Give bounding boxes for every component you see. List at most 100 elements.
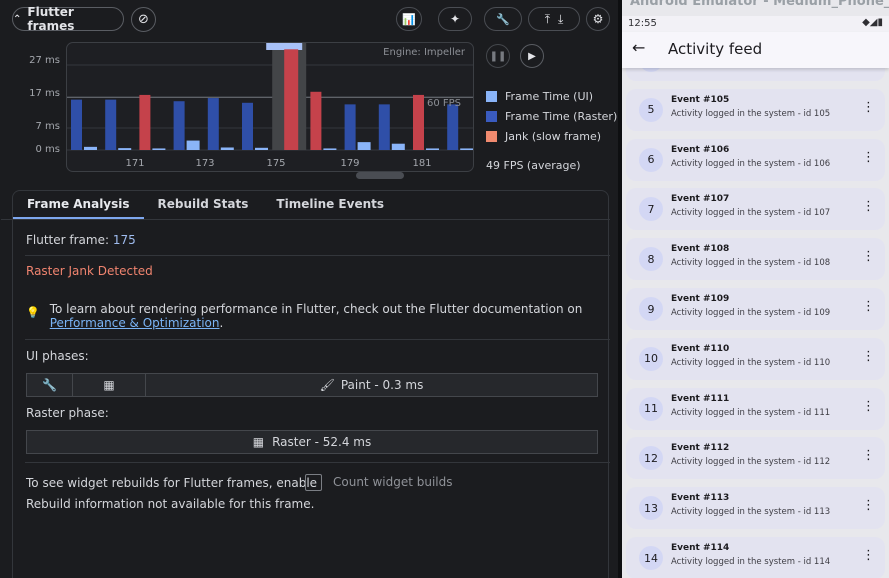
tabs-divider [1,219,610,220]
emulator-window-title: Android Emulator - Medium_Phone_A... [630,0,889,9]
devtools-performance-panel: ⌃ Flutter frames ⊘ 📊 ✦ 🔧 ⤒ ⤓ ⚙ 27 ms 17 … [0,0,618,578]
more-vert-icon[interactable]: ⋮ [862,200,875,213]
tab-rebuild-stats[interactable]: Rebuild Stats [144,191,263,219]
legend-label: Jank (slow frame) [505,129,602,143]
more-vert-icon[interactable]: ⋮ [862,300,875,313]
status-bar: 12:55 ◆◢▮ [622,16,889,32]
layout-phase-cell[interactable]: ▦ [73,374,146,396]
legend-item: Frame Time (Raster) [486,106,617,126]
ui-bar [186,140,200,150]
y-tick-label: 7 ms [35,121,61,132]
divider [25,462,610,463]
more-vert-icon[interactable]: ⋮ [862,350,875,363]
more-vert-icon[interactable]: ⋮ [862,449,875,462]
list-item[interactable]: 6 Event #106 Activity logged in the system… [626,138,885,181]
jank-raster-bar [139,94,151,150]
raster-jank-label: Raster Jank Detected [26,264,153,278]
more-vert-icon[interactable]: ⋮ [862,499,875,512]
list-item[interactable]: 10 Event #110 Activity logged in the syste… [626,337,885,380]
event-title: Event #112 [671,443,730,454]
raster-bar [207,98,219,150]
x-tick-label: 171 [125,158,144,169]
legend-label: Frame Time (UI) [505,89,594,103]
event-title: Event #107 [671,194,730,205]
build-phase-cell[interactable]: 🔧 [27,374,73,396]
gear-icon: ⚙ [592,12,604,26]
flutter-frame-number: 175 [112,233,136,247]
jank-raster-bar [284,49,299,151]
list-item[interactable]: 14 Event #114 Activity logged in the syste… [626,537,885,578]
raster-phase-bar[interactable]: ▦ Raster - 52.4 ms [26,430,598,454]
pause-icon: ❚❚ [489,50,507,62]
y-tick-label: 0 ms [35,144,61,155]
sparkle-icon: ✦ [449,12,461,26]
list-item[interactable]: 7 Event #107 Activity logged in the system… [626,188,885,231]
more-vert-icon[interactable]: ⋮ [862,101,875,114]
frame-analysis-panel: Frame Analysis Rebuild Stats Timeline Ev… [1,190,610,578]
event-subtitle: Activity logged in the system - id 111 [671,407,831,418]
download-icon[interactable]: ⤓ [558,12,563,27]
performance-overlay-button[interactable]: 📊 [396,7,422,31]
legend-swatch-jank [486,130,497,142]
y-tick-label: 27 ms [29,55,60,66]
performance-docs-link[interactable]: Performance & Optimization [50,316,220,330]
event-number-avatar: 13 [639,496,663,521]
enhance-tracing-button[interactable]: ✦ [438,7,472,31]
flutter-frames-label: Flutter frames [27,5,75,33]
event-number-avatar: 6 [639,147,663,172]
lightbulb-icon: 💡 [26,306,40,319]
event-title: Event #106 [671,144,730,155]
legend-item: Frame Time (UI) [486,86,617,106]
list-item[interactable]: 12 Event #112 Activity logged in the syste… [626,437,885,480]
performance-docs-hint: 💡 To learn about rendering performance i… [26,302,601,330]
pause-button[interactable]: ❚❚ [486,44,510,68]
tab-timeline-events[interactable]: Timeline Events [262,191,398,219]
paint-phase-cell[interactable]: 🖌 Paint - 0.3 ms [146,374,597,396]
list-item[interactable]: 5 Event #105 Activity logged in the system… [626,88,885,131]
ui-bar [391,143,405,150]
raster-bar [447,104,459,150]
raster-bar [378,104,390,150]
clear-frames-button[interactable]: ⊘ [131,7,156,32]
x-tick-label: 175 [266,158,285,169]
y-tick-label: 17 ms [29,88,60,99]
resume-button[interactable]: ▶ [520,44,544,68]
upload-icon[interactable]: ⤒ [545,12,550,27]
legend-item: Jank (slow frame) [486,126,617,146]
event-number-avatar: 12 [639,446,663,471]
more-vert-icon[interactable]: ⋮ [862,549,875,562]
event-number-avatar: 9 [639,297,663,321]
back-arrow-icon[interactable]: ← [632,38,645,57]
frames-chart-svg[interactable]: 171 173 175 179 181 [67,43,474,172]
flutter-frames-toggle[interactable]: ⌃ Flutter frames [12,5,124,33]
count-widget-builds-checkbox[interactable] [305,474,322,491]
settings-button[interactable]: ⚙ [586,7,610,31]
engine-label: Engine: Impeller [383,47,465,58]
list-item[interactable]: 13 Event #113 Activity logged in the syste… [626,487,885,530]
list-item[interactable]: 11 Event #111 Activity logged in the syste… [626,387,885,430]
event-subtitle: Activity logged in the system - id 110 [671,357,831,368]
list-item[interactable]: 9 Event #109 Activity logged in the system… [626,288,885,330]
ui-bar [266,43,303,50]
tab-frame-analysis[interactable]: Frame Analysis [13,191,144,219]
chart-legend: Frame Time (UI) Frame Time (Raster) Jank… [486,86,617,146]
raster-bar [71,99,82,150]
ui-bar [426,148,439,150]
ui-bar [220,147,234,150]
more-debugging-options-button[interactable]: 🔧 [484,7,522,31]
chart-scrollbar[interactable] [356,172,404,179]
more-vert-icon[interactable]: ⋮ [862,400,875,413]
bar-chart-icon: 📊 [402,12,416,26]
list-item[interactable]: 8 Event #108 Activity logged in the system… [626,238,885,281]
event-subtitle: Activity logged in the system - id 112 [671,457,831,468]
raster-bar [242,102,253,150]
more-vert-icon[interactable]: ⋮ [862,151,875,164]
ui-bar [118,148,132,150]
event-title: Event #111 [671,393,730,404]
more-vert-icon[interactable]: ⋮ [862,250,875,263]
ui-bar [460,148,473,150]
event-subtitle: Activity logged in the system - id 106 [671,158,831,169]
legend-label: Frame Time (Raster) [505,109,618,123]
flutter-frames-chart[interactable]: 171 173 175 179 181 Engine: Impeller 60 FPS [66,42,474,172]
status-icons: ◆◢▮ [862,17,883,28]
